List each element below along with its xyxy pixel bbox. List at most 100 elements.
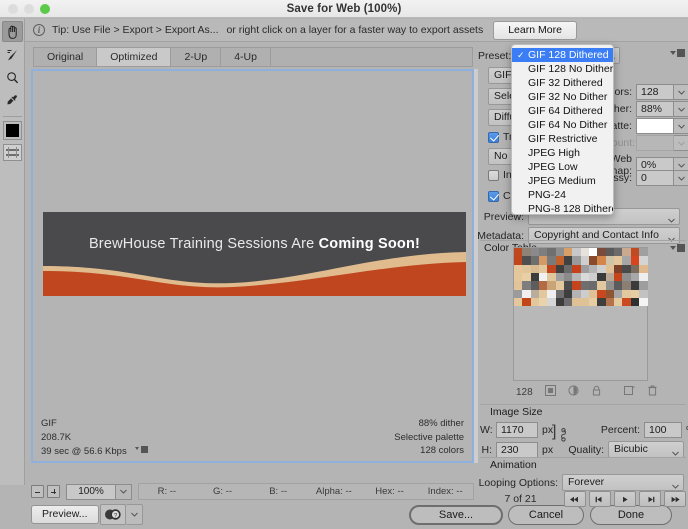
colors-field[interactable]: 128 bbox=[636, 84, 674, 100]
color-swatch[interactable] bbox=[514, 264, 523, 274]
color-swatch[interactable] bbox=[630, 289, 640, 299]
color-swatch[interactable] bbox=[522, 281, 531, 290]
interlaced-checkbox[interactable] bbox=[488, 169, 499, 181]
color-swatch[interactable] bbox=[530, 264, 540, 274]
color-swatch[interactable] bbox=[522, 273, 531, 282]
browser-preview-dropdown[interactable] bbox=[126, 504, 143, 525]
color-swatch[interactable] bbox=[622, 298, 631, 307]
preset-option[interactable]: JPEG Medium bbox=[512, 174, 613, 188]
dither-field[interactable]: 88% bbox=[636, 101, 674, 117]
color-swatch[interactable] bbox=[614, 289, 623, 299]
color-swatch[interactable] bbox=[639, 298, 648, 307]
preview-button[interactable]: Preview... bbox=[31, 505, 99, 524]
color-swatch[interactable] bbox=[539, 281, 548, 290]
color-swatch[interactable] bbox=[605, 248, 615, 257]
color-swatch[interactable] bbox=[547, 273, 556, 282]
color-swatch[interactable] bbox=[572, 289, 581, 299]
color-swatch[interactable] bbox=[514, 256, 523, 265]
color-swatch[interactable] bbox=[605, 281, 615, 290]
percent-field[interactable]: 100 bbox=[644, 422, 682, 438]
color-swatch[interactable] bbox=[639, 281, 648, 290]
lossy-stepper[interactable] bbox=[674, 170, 688, 186]
color-swatch[interactable] bbox=[622, 281, 631, 290]
color-swatch[interactable] bbox=[614, 281, 623, 290]
color-swatch[interactable] bbox=[580, 248, 590, 257]
shift-color-icon[interactable] bbox=[568, 385, 579, 399]
color-swatch[interactable] bbox=[614, 256, 623, 265]
preset-option[interactable]: ✓ GIF 128 Dithered bbox=[512, 48, 613, 62]
color-swatch[interactable] bbox=[605, 289, 615, 299]
color-swatch[interactable] bbox=[514, 273, 523, 282]
color-swatch[interactable] bbox=[580, 256, 590, 265]
preset-option[interactable]: GIF 32 No Dither bbox=[512, 90, 613, 104]
color-swatch[interactable] bbox=[572, 256, 581, 265]
color-swatch[interactable] bbox=[572, 264, 581, 274]
snap-to-web-icon[interactable] bbox=[544, 385, 556, 399]
color-swatch[interactable] bbox=[639, 264, 648, 274]
preset-option[interactable]: PNG-8 128 Dithered bbox=[512, 202, 613, 214]
toggle-slices-button[interactable] bbox=[2, 144, 22, 161]
color-swatch[interactable] bbox=[522, 289, 531, 299]
color-swatch[interactable] bbox=[564, 298, 573, 307]
color-swatch[interactable] bbox=[580, 281, 590, 290]
quality-select[interactable]: Bicubic bbox=[608, 441, 684, 458]
zoom-level-dropdown[interactable] bbox=[116, 483, 132, 500]
color-swatch[interactable] bbox=[555, 248, 565, 257]
convert-srgb-checkbox[interactable] bbox=[488, 190, 499, 202]
color-swatch[interactable] bbox=[539, 273, 548, 282]
color-swatch[interactable] bbox=[589, 298, 598, 307]
zoom-level-field[interactable]: 100% bbox=[66, 483, 116, 500]
color-swatch[interactable] bbox=[589, 264, 598, 274]
color-swatch[interactable] bbox=[622, 256, 631, 265]
color-swatch[interactable] bbox=[605, 256, 615, 265]
color-swatch[interactable] bbox=[522, 248, 531, 257]
color-swatch[interactable] bbox=[539, 289, 548, 299]
lossy-field[interactable]: 0 bbox=[636, 170, 674, 186]
color-swatch[interactable] bbox=[630, 298, 640, 307]
color-swatch[interactable] bbox=[564, 273, 573, 282]
eyedropper-tool[interactable] bbox=[2, 90, 23, 111]
color-swatch[interactable] bbox=[555, 281, 565, 290]
color-swatch[interactable] bbox=[555, 298, 565, 307]
color-swatch[interactable] bbox=[572, 273, 581, 282]
color-swatch[interactable] bbox=[614, 273, 623, 282]
color-table-panel-menu-icon[interactable] bbox=[670, 244, 685, 252]
download-speed-menu-icon[interactable] bbox=[135, 444, 149, 458]
color-swatch[interactable] bbox=[514, 289, 523, 299]
transparency-checkbox[interactable] bbox=[488, 131, 499, 143]
color-swatch[interactable] bbox=[539, 264, 548, 274]
color-swatch[interactable] bbox=[572, 248, 581, 257]
color-swatch[interactable] bbox=[597, 248, 606, 257]
play-frames-button[interactable] bbox=[614, 491, 636, 507]
color-swatch[interactable] bbox=[630, 281, 640, 290]
color-swatch[interactable] bbox=[605, 298, 615, 307]
color-swatch[interactable] bbox=[580, 289, 590, 299]
color-swatch[interactable] bbox=[630, 256, 640, 265]
color-swatch[interactable] bbox=[530, 281, 540, 290]
color-swatch[interactable] bbox=[597, 273, 606, 282]
looping-options-select[interactable]: Forever bbox=[562, 474, 684, 491]
color-swatch[interactable] bbox=[547, 256, 556, 265]
color-swatch[interactable] bbox=[630, 248, 640, 257]
new-color-icon[interactable] bbox=[623, 385, 635, 399]
matte-stepper[interactable] bbox=[674, 118, 688, 134]
color-swatch[interactable] bbox=[547, 264, 556, 274]
tab-4up[interactable]: 4-Up bbox=[221, 48, 271, 66]
tab-original[interactable]: Original bbox=[34, 48, 98, 66]
preset-option[interactable]: GIF 128 No Dither bbox=[512, 62, 613, 76]
color-swatch[interactable] bbox=[514, 248, 523, 257]
matte-field[interactable] bbox=[636, 118, 674, 134]
next-frame-button[interactable] bbox=[639, 491, 661, 507]
cancel-button[interactable]: Cancel bbox=[508, 505, 584, 525]
color-swatch[interactable] bbox=[589, 256, 598, 265]
color-swatch[interactable] bbox=[630, 264, 640, 274]
color-swatch[interactable] bbox=[589, 289, 598, 299]
metadata-select[interactable]: Copyright and Contact Info bbox=[528, 227, 680, 244]
width-field[interactable]: 1170 bbox=[496, 422, 538, 438]
color-swatch[interactable] bbox=[514, 298, 523, 307]
color-swatch[interactable] bbox=[605, 273, 615, 282]
preset-option[interactable]: JPEG Low bbox=[512, 160, 613, 174]
browser-preview-icon[interactable]: ? bbox=[100, 504, 126, 525]
color-swatch[interactable] bbox=[555, 289, 565, 299]
color-swatch[interactable] bbox=[530, 273, 540, 282]
